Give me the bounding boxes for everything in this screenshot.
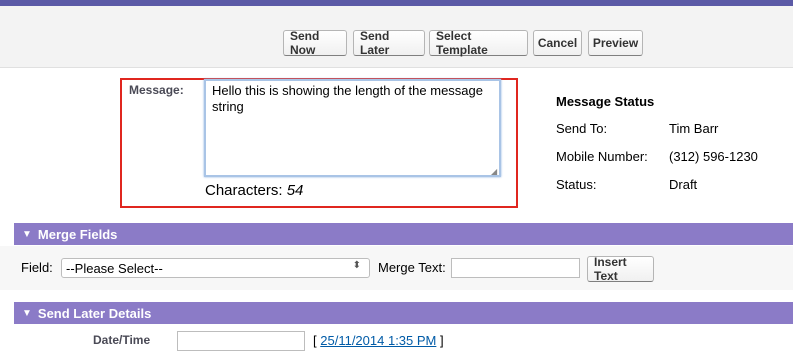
collapse-triangle-icon: ▼ xyxy=(22,228,32,240)
message-status-title: Message Status xyxy=(556,94,655,109)
send-now-button[interactable]: Send Now xyxy=(283,29,347,57)
status-label: Status: xyxy=(556,177,597,192)
merge-text-input[interactable] xyxy=(451,258,580,278)
default-datetime-link[interactable]: 25/11/2014 1:35 PM xyxy=(320,333,436,348)
mobile-number-label: Mobile Number: xyxy=(556,149,648,164)
button-toolbar: Send Now Send Later Select Template Canc… xyxy=(0,6,793,68)
bracket-open: [ xyxy=(313,333,317,348)
cancel-button[interactable]: Cancel xyxy=(533,30,582,56)
send-later-details-title: Send Later Details xyxy=(37,305,152,321)
message-label: Message: xyxy=(129,83,184,97)
send-later-button[interactable]: Send Later xyxy=(353,29,425,57)
merge-fields-title: Merge Fields xyxy=(37,226,118,242)
select-template-button[interactable]: Select Template xyxy=(429,29,528,57)
field-select[interactable]: --Please Select-- ⬍ xyxy=(61,258,370,278)
preview-button[interactable]: Preview xyxy=(588,30,643,56)
merge-text-label: Merge Text: xyxy=(378,260,446,275)
field-select-value: --Please Select-- xyxy=(66,260,163,276)
send-later-details-row: Date/Time [ 25/11/2014 1:35 PM ] xyxy=(0,324,793,358)
datetime-input[interactable] xyxy=(177,331,305,351)
datetime-label: Date/Time xyxy=(93,333,151,347)
characters-counter: Characters: 54 xyxy=(205,182,303,199)
characters-label: Characters: xyxy=(205,182,283,199)
collapse-triangle-icon: ▼ xyxy=(22,307,32,319)
mobile-number-value: (312) 596-1230 xyxy=(669,149,758,164)
insert-text-button[interactable]: Insert Text xyxy=(587,255,654,283)
send-later-details-header[interactable]: ▼ Send Later Details xyxy=(14,302,793,324)
characters-count: 54 xyxy=(286,182,304,199)
field-label: Field: xyxy=(21,260,53,275)
resize-grip-icon[interactable]: ◢ xyxy=(491,168,499,176)
bracket-close: ] xyxy=(440,333,444,348)
merge-fields-header[interactable]: ▼ Merge Fields xyxy=(14,223,793,245)
status-value: Draft xyxy=(669,177,698,192)
send-to-value: Tim Barr xyxy=(669,121,719,136)
message-textarea[interactable]: Hello this is showing the length of the … xyxy=(204,79,501,177)
default-datetime: [ 25/11/2014 1:35 PM ] xyxy=(313,333,444,348)
message-section: Message: Hello this is showing the lengt… xyxy=(0,69,793,221)
merge-fields-row: Field: --Please Select-- ⬍ Merge Text: xyxy=(0,246,793,290)
send-to-label: Send To: xyxy=(556,121,608,136)
select-arrows-icon: ⬍ xyxy=(352,260,361,271)
